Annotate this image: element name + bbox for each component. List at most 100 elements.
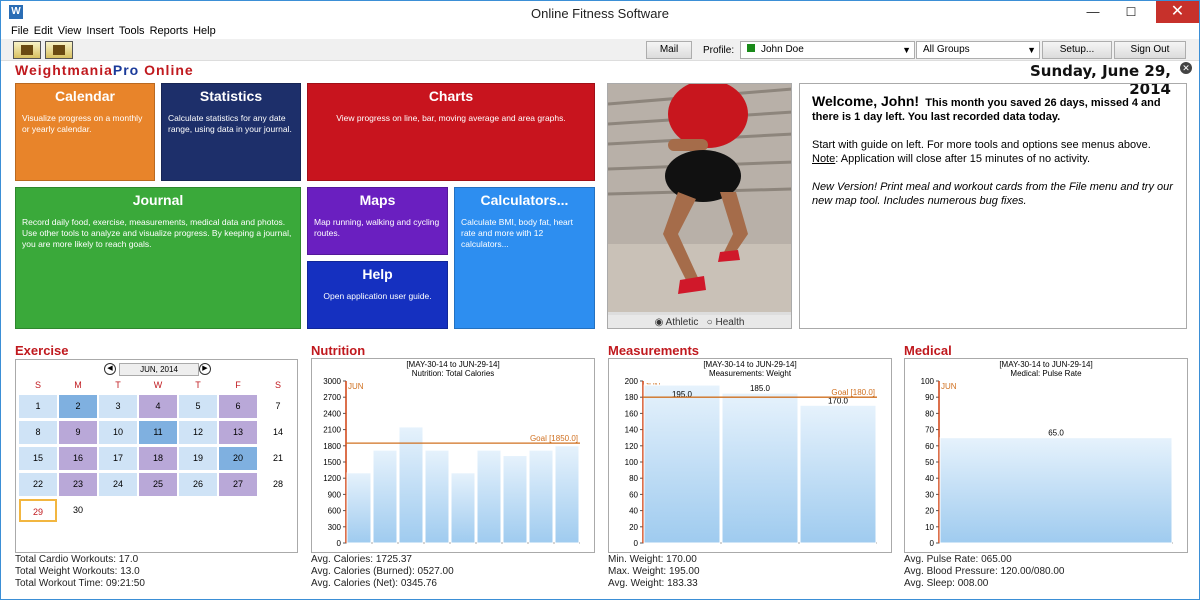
chart-bar <box>398 426 424 544</box>
sign-out-button[interactable]: Sign Out <box>1114 41 1186 59</box>
window-title: Online Fitness Software <box>530 6 669 21</box>
calendar-day[interactable]: 14 <box>259 421 297 444</box>
nutrition-chart: [MAY-30-14 to JUN-29-14] Nutrition: Tota… <box>311 358 595 553</box>
chart-bar <box>528 449 554 544</box>
y-tick-label: 1200 <box>323 474 341 483</box>
y-tick-label: 2400 <box>323 409 341 418</box>
chart-bar <box>554 445 580 544</box>
home-icon[interactable] <box>13 41 41 59</box>
save-icon[interactable] <box>45 41 73 59</box>
y-tick-label: 0 <box>930 539 935 548</box>
y-tick-label: 1500 <box>323 458 341 467</box>
menu-edit[interactable]: Edit <box>34 24 53 38</box>
group-select[interactable]: All Groups ▼ <box>916 41 1040 59</box>
calendar-day[interactable]: 8 <box>19 421 57 444</box>
tile-calculators[interactable]: Calculators... Calculate BMI, body fat, h… <box>454 187 595 329</box>
calendar-day[interactable]: 30 <box>59 499 97 522</box>
menu-tools[interactable]: Tools <box>119 24 145 38</box>
tile-help[interactable]: Help Open application user guide. <box>307 261 448 329</box>
radio-health[interactable]: ○ <box>707 317 716 328</box>
y-tick-label: 2100 <box>323 426 341 435</box>
photo-options: ◉ Athletic ○ Health <box>608 315 791 328</box>
mail-button[interactable]: Mail <box>646 41 692 59</box>
calendar-day[interactable]: 17 <box>99 447 137 470</box>
menu-insert[interactable]: Insert <box>86 24 114 38</box>
tile-statistics[interactable]: Statistics Calculate statistics for any d… <box>161 83 301 181</box>
y-tick-label: 0 <box>634 539 639 548</box>
calendar-month: JUN, 2014 <box>119 363 199 376</box>
calendar-day[interactable]: 13 <box>219 421 257 444</box>
calendar-day[interactable]: 7 <box>259 395 297 418</box>
close-icon[interactable]: ✕ <box>1180 62 1192 74</box>
calendar-day[interactable]: 21 <box>259 447 297 470</box>
calendar-day[interactable]: 23 <box>59 473 97 496</box>
tile-charts[interactable]: Charts View progress on line, bar, moving… <box>307 83 595 181</box>
y-tick-label: 160 <box>625 409 639 418</box>
calendar-day[interactable]: 29 <box>19 499 57 522</box>
group-value: All Groups <box>923 44 970 55</box>
y-tick-label: 40 <box>629 507 638 516</box>
close-button[interactable]: ✕ <box>1156 1 1199 23</box>
medical-plot: 0 10 20 30 40 50 60 70 80 90 100 JUN 65.0 <box>921 377 1173 548</box>
setup-button[interactable]: Setup... <box>1042 41 1112 59</box>
maximize-button[interactable]: ☐ <box>1114 1 1148 23</box>
calendar-day[interactable]: 15 <box>19 447 57 470</box>
chevron-down-icon: ▼ <box>1027 45 1036 55</box>
calendar-day[interactable]: 22 <box>19 473 57 496</box>
calendar-day[interactable]: 6 <box>219 395 257 418</box>
calendar-empty <box>139 499 177 522</box>
calendar-day[interactable]: 26 <box>179 473 217 496</box>
calendar-day[interactable]: 19 <box>179 447 217 470</box>
calendar-day[interactable]: 9 <box>59 421 97 444</box>
calendar-day[interactable]: 25 <box>139 473 177 496</box>
title-bar: W Online Fitness Software — ☐ ✕ <box>1 1 1199 25</box>
nutrition-range: [MAY-30-14 to JUN-29-14] <box>406 360 500 369</box>
weekday-label: T <box>195 380 201 390</box>
calendar-day[interactable]: 27 <box>219 473 257 496</box>
measurements-stats: Min. Weight: 170.00 Max. Weight: 195.00 Av… <box>608 554 700 589</box>
calendar-day[interactable]: 12 <box>179 421 217 444</box>
radio-athletic[interactable]: ◉ <box>655 317 666 328</box>
calendar-day[interactable]: 10 <box>99 421 137 444</box>
prev-month-button[interactable]: ◀ <box>104 363 116 375</box>
tile-calendar[interactable]: Calendar Visualize progress on a monthly … <box>15 83 155 181</box>
y-tick-label: 20 <box>629 523 638 532</box>
calendar-day[interactable]: 24 <box>99 473 137 496</box>
y-tick-label: 0 <box>337 539 342 548</box>
calendar-day[interactable]: 16 <box>59 447 97 470</box>
menu-reports[interactable]: Reports <box>150 24 189 38</box>
calendar-day[interactable]: 1 <box>19 395 57 418</box>
calendar-empty <box>99 499 137 522</box>
y-tick-label: 80 <box>629 474 638 483</box>
calendar-day[interactable]: 2 <box>59 395 97 418</box>
chart-bar <box>799 404 877 544</box>
tile-journal[interactable]: Journal Record daily food, exercise, meas… <box>15 187 301 329</box>
chart-bar <box>450 472 476 544</box>
calendar-empty <box>179 499 217 522</box>
nutrition-plot: 0 300 600 900 1200 1500 1800 2100 2400 2700 3000 JU… <box>323 377 580 548</box>
profile-select[interactable]: John Doe ▼ <box>740 41 915 59</box>
calendar-day[interactable]: 11 <box>139 421 177 444</box>
chevron-down-icon: ▼ <box>902 45 911 55</box>
calendar-day[interactable]: 28 <box>259 473 297 496</box>
y-tick-label: 80 <box>925 409 934 418</box>
athlete-image <box>608 84 791 312</box>
radio-athletic-label: Athletic <box>665 317 699 328</box>
menu-help[interactable]: Help <box>193 24 216 38</box>
calendar-day[interactable]: 18 <box>139 447 177 470</box>
menu-file[interactable]: File <box>11 24 29 38</box>
calendar-day[interactable]: 4 <box>139 395 177 418</box>
calendar-day[interactable]: 5 <box>179 395 217 418</box>
calendar-day[interactable]: 20 <box>219 447 257 470</box>
calendar-day[interactable]: 3 <box>99 395 137 418</box>
minimize-button[interactable]: — <box>1076 1 1110 23</box>
exercise-title: Exercise <box>15 343 69 358</box>
next-month-button[interactable]: ▶ <box>199 363 211 375</box>
tile-maps[interactable]: Maps Map running, walking and cycling rou… <box>307 187 448 255</box>
y-tick-label: 100 <box>625 458 639 467</box>
month-marker-label: JUN <box>348 382 364 391</box>
weekday-label: T <box>115 380 121 390</box>
chart-bar <box>939 437 1173 544</box>
y-tick-label: 70 <box>925 426 934 435</box>
menu-view[interactable]: View <box>58 24 82 38</box>
